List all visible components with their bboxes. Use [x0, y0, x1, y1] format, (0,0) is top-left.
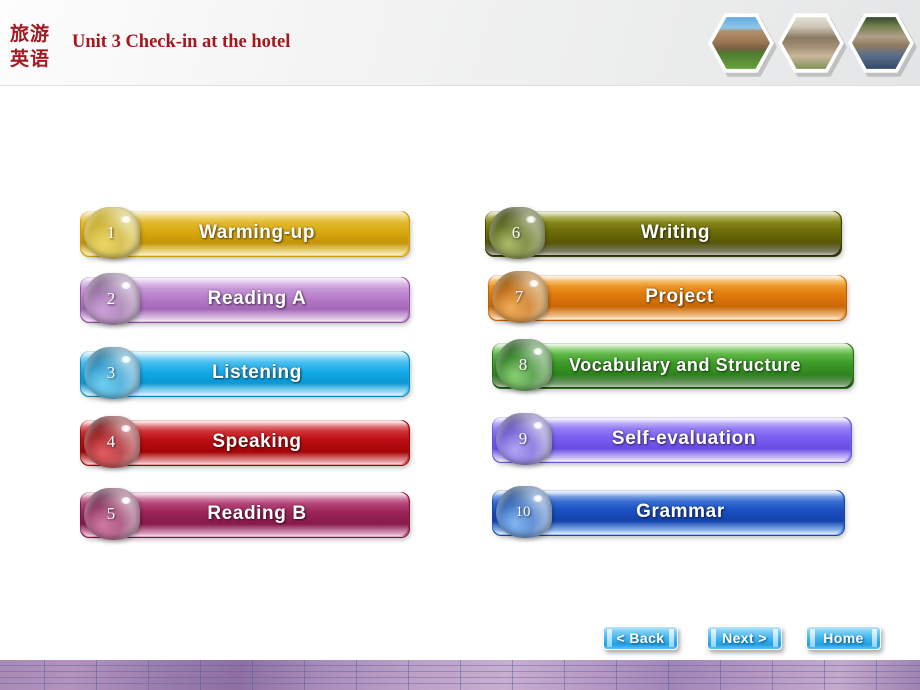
header-photo-3 [848, 12, 917, 77]
footer-grid-line [512, 660, 513, 690]
back-button-label: < Back [616, 630, 665, 646]
header-photo-1 [708, 12, 777, 77]
footer-grid-line [44, 660, 45, 690]
header-photo-2 [778, 12, 847, 77]
drop-badge-icon: 5 [84, 488, 140, 540]
menu-button-vocabulary-and-structure[interactable]: Vocabulary and Structure 8 [492, 339, 854, 391]
menu-button-warming-up[interactable]: Warming-up 1 [80, 207, 410, 259]
course-chinese-title: 旅游 英语 [10, 22, 68, 72]
menu-button-number: 4 [106, 432, 116, 451]
menu-button-writing[interactable]: Writing 6 [485, 207, 842, 259]
bevel-left [607, 629, 612, 647]
menu-button-number: 8 [518, 355, 528, 374]
footer-grid-line [200, 660, 201, 690]
footer-grid-line [356, 660, 357, 690]
footer-grid-line [252, 660, 253, 690]
menu-button-reading-b[interactable]: Reading B 5 [80, 488, 410, 540]
drop-badge-icon: 2 [84, 273, 140, 325]
footer-grid-line [616, 660, 617, 690]
footer-grid-line [772, 660, 773, 690]
bevel-right [669, 629, 674, 647]
drop-badge-icon: 7 [492, 271, 548, 323]
footer-grid-line [408, 660, 409, 690]
drop-badge-icon: 6 [489, 207, 545, 259]
page-header: 旅游 英语 Unit 3 Check-in at the hotel [0, 0, 920, 86]
menu-button-reading-a[interactable]: Reading A 2 [80, 273, 410, 325]
navigation-bar: < Back Next > Home [0, 626, 920, 660]
next-button-label: Next > [722, 630, 767, 646]
course-title-line-2: 英语 [10, 48, 51, 70]
footer-grid-line [96, 660, 97, 690]
menu-button-project[interactable]: Project 7 [488, 271, 847, 323]
footer-grid-line [720, 660, 721, 690]
drop-badge-icon: 1 [84, 207, 140, 259]
footer-grid-line [460, 660, 461, 690]
drop-badge-icon: 9 [496, 413, 552, 465]
menu-button-grammar[interactable]: Grammar 10 [492, 486, 845, 538]
bevel-right [872, 629, 877, 647]
drop-badge-icon: 8 [496, 339, 552, 391]
menu-button-number: 7 [514, 287, 524, 306]
bevel-left [810, 629, 815, 647]
page-title: Unit 3 Check-in at the hotel [72, 32, 291, 52]
menu-button-number: 6 [511, 223, 521, 242]
menu-button-self-evaluation[interactable]: Self-evaluation 9 [492, 413, 852, 465]
home-button[interactable]: Home [806, 626, 881, 650]
bevel-left [711, 629, 716, 647]
menu-button-number: 10 [515, 503, 531, 520]
menu-button-number: 3 [106, 363, 116, 382]
back-button[interactable]: < Back [603, 626, 678, 650]
menu-button-listening[interactable]: Listening 3 [80, 347, 410, 399]
footer-grid-line [876, 660, 877, 690]
bevel-right [773, 629, 778, 647]
course-title-line-1: 旅游 [10, 23, 51, 45]
lesson-menu: Warming-up 1 Reading A 2 Listening 3 Spe… [0, 86, 920, 606]
menu-button-number: 2 [106, 289, 116, 308]
menu-button-number: 5 [106, 504, 116, 523]
menu-button-number: 9 [518, 429, 528, 448]
footer-grid-line [304, 660, 305, 690]
drop-badge-icon: 10 [496, 486, 552, 538]
next-button[interactable]: Next > [707, 626, 782, 650]
footer-grid-line [564, 660, 565, 690]
footer-grid-line [148, 660, 149, 690]
footer-decoration [0, 660, 920, 690]
footer-grid-line [668, 660, 669, 690]
menu-button-number: 1 [106, 223, 116, 242]
drop-badge-icon: 3 [84, 347, 140, 399]
drop-badge-icon: 4 [84, 416, 140, 468]
home-button-label: Home [823, 630, 864, 646]
footer-grid-line [824, 660, 825, 690]
menu-button-speaking[interactable]: Speaking 4 [80, 416, 410, 468]
